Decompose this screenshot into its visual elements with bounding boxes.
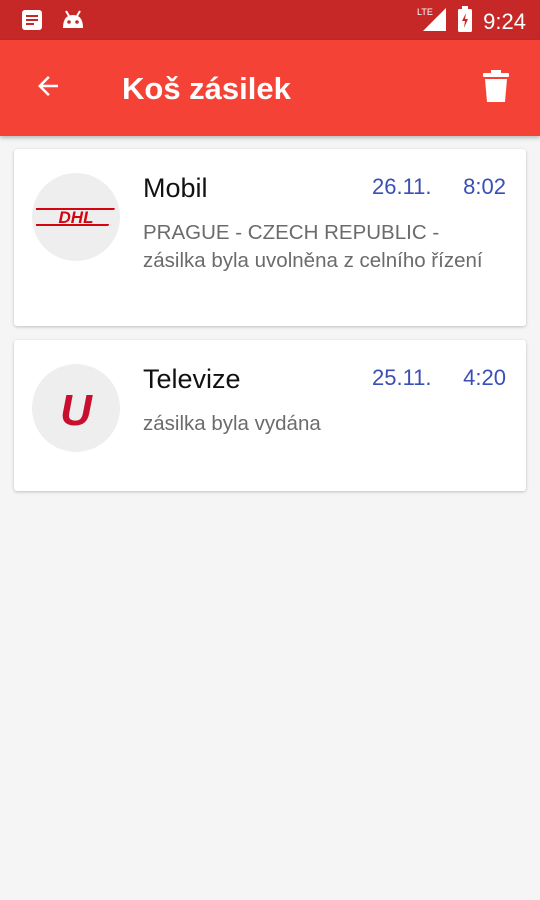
status-bar: LTE 9:24 bbox=[0, 0, 540, 40]
parcel-name: Mobil bbox=[143, 173, 208, 203]
carrier-logo-u: U bbox=[32, 364, 120, 452]
status-time: 9:24 bbox=[483, 8, 526, 34]
u-logo-icon: U bbox=[60, 386, 93, 433]
parcel-status: PRAGUE - CZECH REPUBLIC - zásilka byla u… bbox=[143, 221, 483, 272]
battery-icon bbox=[457, 6, 473, 37]
signal-icon: LTE bbox=[417, 6, 447, 37]
parcel-card[interactable]: U Televize 25.11. 4:20 zásilka byla vydá… bbox=[14, 340, 526, 491]
svg-text:U: U bbox=[60, 386, 93, 433]
parcel-date: 25.11. bbox=[372, 365, 432, 390]
arrow-left-icon bbox=[33, 71, 63, 106]
svg-text:LTE: LTE bbox=[417, 7, 433, 17]
notes-icon bbox=[20, 8, 44, 37]
dhl-logo-icon: DHL bbox=[36, 208, 115, 227]
delete-all-button[interactable] bbox=[472, 64, 520, 112]
back-button[interactable] bbox=[24, 64, 72, 112]
parcel-status: zásilka byla vydána bbox=[143, 412, 321, 435]
parcel-card[interactable]: DHL Mobil 26.11. 8:02 PRAGUE - CZECH REP… bbox=[14, 149, 526, 326]
parcel-time: 8:02 bbox=[463, 174, 506, 199]
svg-text:DHL: DHL bbox=[59, 208, 94, 227]
parcel-name: Televize bbox=[143, 364, 241, 394]
android-icon bbox=[60, 8, 86, 37]
parcel-date: 26.11. bbox=[372, 174, 432, 199]
carrier-logo-dhl: DHL bbox=[32, 173, 120, 261]
parcel-time: 4:20 bbox=[463, 365, 506, 390]
app-bar: Koš zásilek bbox=[0, 40, 540, 136]
page-title: Koš zásilek bbox=[122, 71, 291, 106]
parcel-list: DHL Mobil 26.11. 8:02 PRAGUE - CZECH REP… bbox=[14, 149, 526, 505]
trash-icon bbox=[482, 69, 510, 108]
